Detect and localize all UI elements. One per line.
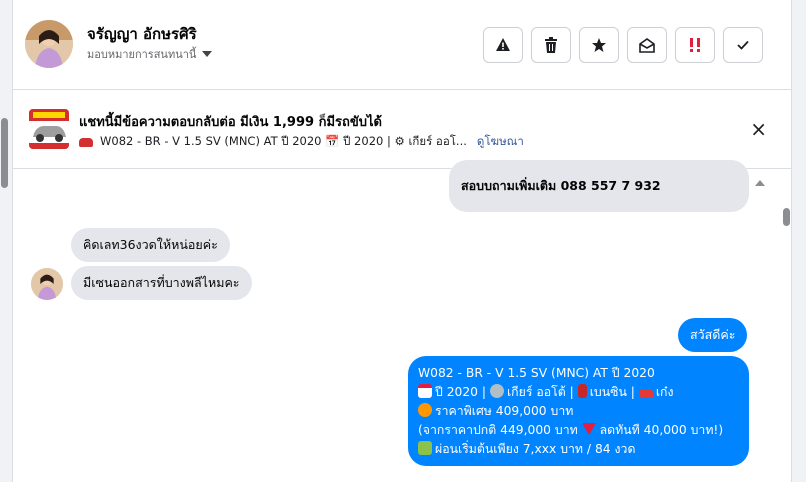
contact-avatar[interactable] <box>25 20 73 68</box>
star-button[interactable] <box>579 27 619 63</box>
down-triangle-icon <box>581 423 596 435</box>
ad-subtitle-row: W082 - BR - V 1.5 SV (MNC) AT ปี 2020 📅 … <box>79 133 524 151</box>
message-text: สวัสดีค่ะ <box>690 327 736 342</box>
page-scrollbar[interactable] <box>792 0 806 482</box>
important-button[interactable] <box>675 27 715 63</box>
warning-icon <box>496 38 510 51</box>
done-button[interactable] <box>723 27 763 63</box>
car-model-line: W082 - BR - V 1.5 SV (MNC) AT ปี 2020 <box>418 366 655 380</box>
assign-label: มอบหมายการสนทนานี้ <box>87 48 197 61</box>
sender-avatar[interactable] <box>31 268 63 300</box>
important-icon <box>690 38 700 52</box>
message-text: คิดเลท36งวดให้หน่อยค่ะ <box>83 237 218 252</box>
car-icon <box>638 389 653 398</box>
gear-icon <box>489 384 504 398</box>
ad-context-banner: แชทนี้มีข้อความตอบกลับต่อ มีเงิน 1,999 ก… <box>13 91 791 169</box>
message-thread[interactable]: สอบบถามเพิ่มเติม 088 557 7 932 คิดเลท36ง… <box>13 160 791 482</box>
explosion-icon <box>418 403 432 417</box>
message-text: สอบบถามเพิ่มเติม 088 557 7 932 <box>461 178 661 193</box>
message-bubble-outgoing-car-details[interactable]: W082 - BR - V 1.5 SV (MNC) AT ปี 2020 ปี… <box>408 356 749 466</box>
view-ad-link[interactable]: ดูโฆษณา <box>477 133 524 151</box>
conversation-header: จรัญญา อักษรศิริ มอบหมายการสนทนานี้ <box>13 0 791 90</box>
spam-button[interactable] <box>483 27 523 63</box>
conversation-actions <box>483 27 763 63</box>
outer-scrollbar-thumb[interactable] <box>1 118 8 188</box>
close-icon[interactable]: × <box>750 119 767 139</box>
message-bubble-incoming[interactable]: มีเซนออกสารที่บางพลีไหมคะ <box>71 266 252 300</box>
outer-scrollbar[interactable] <box>0 0 12 482</box>
trash-icon <box>545 37 557 53</box>
fuel-icon <box>577 384 587 398</box>
message-bubble-outgoing-info[interactable]: สอบบถามเพิ่มเติม 088 557 7 932 <box>449 160 749 212</box>
contact-name: จรัญญา อักษรศิริ <box>87 25 197 43</box>
discount-line: (จากราคาปกติ 449,000 บาท ลดทันที 40,000 … <box>418 423 724 437</box>
conversation-panel: จรัญญา อักษรศิริ มอบหมายการสนทนานี้ แชทน… <box>12 0 792 482</box>
message-text: มีเซนออกสารที่บางพลีไหมคะ <box>83 275 240 290</box>
check-icon <box>737 40 749 50</box>
ad-thumbnail[interactable] <box>29 109 69 149</box>
ad-title: แชทนี้มีข้อความตอบกลับต่อ มีเงิน 1,999 ก… <box>79 115 382 130</box>
special-price-line: ราคาพิเศษ 409,000 บาท <box>418 402 739 421</box>
message-bubble-incoming[interactable]: คิดเลท36งวดให้หน่อยค่ะ <box>71 228 230 262</box>
star-icon <box>592 38 606 52</box>
car-spec-line: ปี 2020 | เกียร์ ออโต้ | เบนซิน | เก๋ง <box>418 383 739 402</box>
message-bubble-outgoing[interactable]: สวัสดีค่ะ <box>678 318 748 352</box>
chevron-down-icon <box>202 51 213 57</box>
calendar-icon <box>418 384 432 398</box>
mark-unread-button[interactable] <box>627 27 667 63</box>
money-icon <box>418 441 432 455</box>
delete-button[interactable] <box>531 27 571 63</box>
envelope-open-icon <box>639 38 655 53</box>
thread-scrollbar-thumb[interactable] <box>783 208 790 226</box>
installment-line: ผ่อนเริ่มต้นเพียง 7,xxx บาท / 84 งวด <box>418 440 739 459</box>
car-emoji-icon <box>79 137 93 147</box>
assign-conversation-dropdown[interactable]: มอบหมายการสนทนานี้ <box>87 45 213 63</box>
scroll-up-arrow-icon[interactable] <box>755 180 765 186</box>
ad-subtitle: W082 - BR - V 1.5 SV (MNC) AT ปี 2020 📅 … <box>100 134 467 148</box>
